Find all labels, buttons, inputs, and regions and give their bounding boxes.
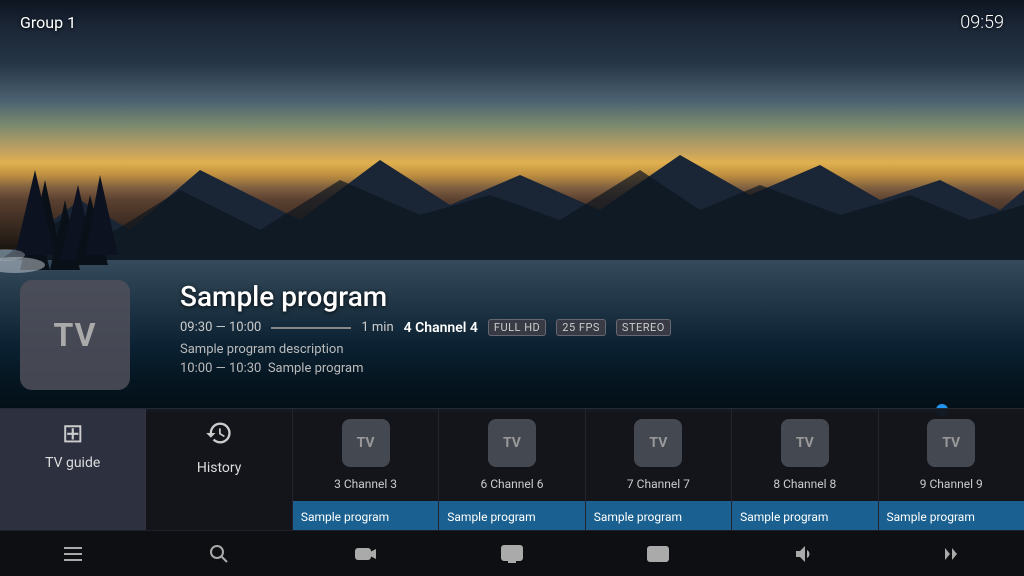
history-icon [205,419,233,454]
group-label: Group 1 [20,13,76,32]
next-program: 10:00 — 10:30 Sample program [180,361,1004,376]
program-meta: 09:30 — 10:00 1 min 4 Channel 4 FULL HD … [180,319,1004,336]
channel-9-top: TV 9 Channel 9 [879,409,1024,497]
channel-3-program: Sample program [293,501,438,530]
duration-line [271,327,351,329]
channel-9-program: Sample program [879,501,1024,530]
channel-logo: TV [20,280,130,390]
channel-9-item[interactable]: TV 9 Channel 9 Sample program [879,409,1024,530]
volume-button[interactable] [783,536,827,572]
history-button[interactable]: History [146,409,292,530]
video-button[interactable] [344,536,388,572]
channel-3-logo: TV [342,419,390,467]
tv-guide-button[interactable]: ⊞ TV guide [0,409,146,530]
channel-7-item[interactable]: TV 7 Channel 7 Sample program [586,409,732,530]
channel-6-top: TV 6 Channel 6 [439,409,584,497]
channel-strip: ⊞ TV guide History TV 3 Channel 3 Sample… [0,408,1024,530]
header: Group 1 09:59 [0,0,1024,45]
arrows-button[interactable] [929,536,973,572]
trees-silhouette [0,80,200,280]
channel-3-item[interactable]: TV 3 Channel 3 Sample program [293,409,439,530]
channel-8-name: 8 Channel 8 [773,477,836,491]
channel-7-program: Sample program [586,501,731,530]
channel-8-program: Sample program [732,501,877,530]
tv-guide-label: TV guide [45,455,100,471]
program-info: Sample program 09:30 — 10:00 1 min 4 Cha… [0,280,1024,376]
channel-8-item[interactable]: TV 8 Channel 8 Sample program [732,409,878,530]
channel-6-name: 6 Channel 6 [481,477,544,491]
program-title: Sample program [180,280,1004,313]
badge-fullhd: FULL HD [488,319,546,336]
channel-8-top: TV 8 Channel 8 [732,409,877,497]
program-description: Sample program description [180,342,1004,357]
search-button[interactable] [197,536,241,572]
grid-icon: ⊞ [62,419,84,449]
badge-fps: 25 FPS [556,319,606,336]
display-button[interactable] [490,536,534,572]
channel-9-logo: TV [927,419,975,467]
channel-8-logo: TV [781,419,829,467]
channel-7-name: 7 Channel 7 [627,477,690,491]
program-duration: 1 min [361,320,393,335]
channel-number: 4 Channel 4 [404,320,478,336]
program-time: 09:30 — 10:00 [180,320,261,335]
channel-6-logo: TV [488,419,536,467]
channel-7-logo: TV [634,419,682,467]
channel-6-item[interactable]: TV 6 Channel 6 Sample program [439,409,585,530]
menu-button[interactable] [51,536,95,572]
channel-3-top: TV 3 Channel 3 [293,409,438,497]
channel-3-name: 3 Channel 3 [334,477,397,491]
badge-stereo: STEREO [616,319,671,336]
nav-bar [0,530,1024,576]
channel-9-name: 9 Channel 9 [920,477,983,491]
channel-6-program: Sample program [439,501,584,530]
history-label: History [197,460,242,476]
channel-7-top: TV 7 Channel 7 [586,409,731,497]
subtitles-button[interactable] [636,536,680,572]
clock: 09:59 [960,12,1004,33]
logo-text: TV [54,316,97,354]
